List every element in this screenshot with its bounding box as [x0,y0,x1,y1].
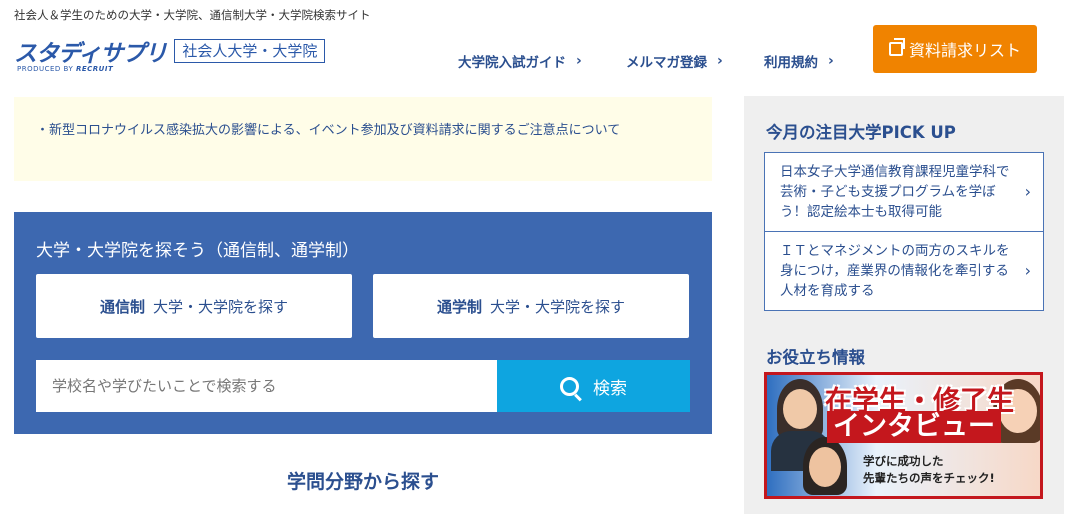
produced-by-label: PRODUCED BY [17,65,74,73]
student-photo-face [783,389,817,429]
request-list-button[interactable]: 資料請求リスト [873,25,1037,73]
request-list-label: 資料請求リスト [908,41,1021,60]
pickup-item[interactable]: ＩＴとマネジメントの両方のスキルを身につけ，産業界の情報化を牽引する人材を育成す… [765,231,1043,310]
nav-exam-guide-label: 大学院入試ガイド [458,55,566,71]
chevron-right-icon: › [576,53,582,69]
nav-exam-guide[interactable]: 大学院入試ガイド › [458,51,582,71]
nav-newsletter-label: メルマガ登録 [626,55,707,71]
commuting-search-button[interactable]: 通学制 大学・大学院を探す [373,274,689,338]
recruit-logo: RECRUIT [75,65,114,73]
banner-caption: 学びに成功した 先輩たちの声をチェック! [863,453,995,487]
pickup-item[interactable]: 日本女子大学通信教育課程児童学科で芸術・子ども支援プログラムを学ぼう！認定絵本士… [765,153,1043,231]
banner-line3: 学びに成功した [863,454,944,468]
site-tagline: 社会人＆学生のための大学・大学院、通信制大学・大学院検索サイト [14,8,371,22]
commuting-label-bold: 通学制 [436,297,482,316]
notice-box: ・新型コロナウイルス感染拡大の影響による、イベント参加及び資料請求に関するご注意… [14,97,712,181]
search-button-label: 検索 [593,378,627,399]
logo-sub-text: 社会人大学・大学院 [174,39,326,63]
info-title: お役立ち情報 [766,348,865,367]
student-photo-face [809,447,841,487]
correspondence-label-bold: 通信制 [99,297,145,316]
pickup-item-text: ＩＴとマネジメントの両方のスキルを身につけ，産業界の情報化を牽引する人材を育成す… [780,243,1010,299]
sidebar: 今月の注目大学PICK UP 日本女子大学通信教育課程児童学科で芸術・子ども支援… [744,96,1064,514]
notice-link[interactable]: ・新型コロナウイルス感染拡大の影響による、イベント参加及び資料請求に関するご注意… [36,123,620,138]
correspondence-search-button[interactable]: 通信制 大学・大学院を探す [36,274,352,338]
banner-line2: インタビュー [827,411,1001,443]
pickup-list: 日本女子大学通信教育課程児童学科で芸術・子ども支援プログラムを学ぼう！認定絵本士… [764,152,1044,311]
magnifier-icon [560,376,579,396]
chevron-right-icon: › [1024,261,1031,280]
copy-icon [888,38,905,56]
produced-by: PRODUCED BY RECRUIT [17,65,113,73]
interview-banner[interactable]: 在学生・修了生 インタビュー 学びに成功した 先輩たちの声をチェック! [764,372,1043,499]
field-search-heading: 学問分野から探す [286,471,439,493]
search-input[interactable] [36,360,497,412]
nav-newsletter[interactable]: メルマガ登録 › [626,51,723,71]
pickup-title: 今月の注目大学PICK UP [766,123,956,142]
chevron-right-icon: › [717,53,723,69]
banner-line4: 先輩たちの声をチェック! [863,471,995,485]
chevron-right-icon: › [828,53,834,69]
search-title: 大学・大学院を探そう（通信制、通学制） [36,241,359,261]
pickup-item-text: 日本女子大学通信教育課程児童学科で芸術・子ども支援プログラムを学ぼう！認定絵本士… [780,164,1010,220]
nav-terms[interactable]: 利用規約 › [764,51,834,71]
site-logo[interactable]: スタディサプリ 社会人大学・大学院 [14,34,326,68]
search-panel: 大学・大学院を探そう（通信制、通学制） 通信制 大学・大学院を探す 通学制 大学… [14,212,712,434]
correspondence-label: 大学・大学院を探す [153,297,289,316]
nav-terms-label: 利用規約 [764,55,818,71]
logo-main-text: スタディサプリ [14,41,167,67]
commuting-label: 大学・大学院を探す [490,297,626,316]
search-button[interactable]: 検索 [497,360,690,412]
chevron-right-icon: › [1024,182,1031,201]
